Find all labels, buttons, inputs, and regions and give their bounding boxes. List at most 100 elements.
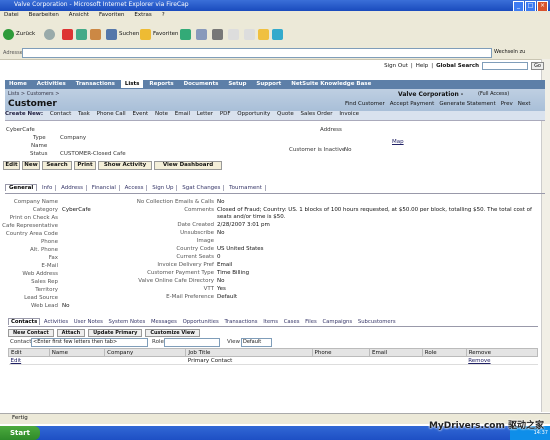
col-name[interactable]: Name	[48, 348, 106, 357]
menu-help[interactable]: ?	[158, 11, 169, 19]
role-select[interactable]	[164, 338, 220, 347]
accept-payment-link[interactable]: Accept Payment	[390, 101, 435, 107]
forward-button[interactable]	[44, 27, 55, 41]
print-record-button[interactable]: Print	[74, 161, 96, 170]
find-customer-link[interactable]: Find Customer	[345, 101, 385, 107]
global-search-go-button[interactable]: Go	[531, 62, 544, 70]
nav-home[interactable]: Home	[5, 80, 31, 88]
edit-button[interactable]	[228, 27, 239, 41]
menu-ansicht[interactable]: Ansicht	[65, 11, 93, 19]
col-email[interactable]: Email	[368, 348, 423, 357]
start-button[interactable]: Start	[0, 426, 40, 440]
contact-filter-input[interactable]: <Enter first few letters then tab>	[31, 338, 148, 347]
nav-transactions[interactable]: Transactions	[72, 80, 119, 88]
nav-lists[interactable]: Lists	[120, 80, 144, 88]
create-email[interactable]: Email	[175, 111, 190, 117]
sign-out-link[interactable]: Sign Out	[384, 63, 408, 69]
create-invoice[interactable]: Invoice	[339, 111, 359, 117]
folder-button[interactable]	[258, 27, 269, 41]
tab-items[interactable]: Items	[261, 319, 280, 325]
new-contact-button[interactable]: New Contact	[8, 329, 54, 337]
tab-cases[interactable]: Cases	[282, 319, 302, 325]
map-link[interactable]: Map	[392, 139, 404, 145]
nav-setup[interactable]: Setup	[224, 80, 250, 88]
menu-extras[interactable]: Extras	[130, 11, 155, 19]
global-search-input[interactable]	[482, 62, 529, 70]
favorites-button[interactable]: Favoriten	[140, 27, 178, 41]
help-link[interactable]: Help	[416, 63, 429, 69]
search-record-button[interactable]: Search	[42, 161, 72, 170]
stop-button[interactable]	[62, 27, 73, 41]
tab-campaigns[interactable]: Campaigns	[320, 319, 354, 325]
tab-subcustomers[interactable]: Subcustomers	[356, 319, 398, 325]
tab-sign-up[interactable]: Sign Up	[149, 185, 178, 191]
discuss-button[interactable]	[244, 27, 255, 41]
create-note[interactable]: Note	[155, 111, 168, 117]
attach-button[interactable]: Attach	[56, 329, 86, 337]
search-button[interactable]: Suchen	[106, 27, 139, 41]
nav-activities[interactable]: Activities	[33, 80, 70, 88]
show-activity-button[interactable]: Show Activity	[98, 161, 152, 170]
menu-bearbeiten[interactable]: Bearbeiten	[25, 11, 63, 19]
tab-user-notes[interactable]: User Notes	[72, 319, 105, 325]
tab-messages[interactable]: Messages	[149, 319, 179, 325]
view-dashboard-button[interactable]: View Dashboard	[154, 161, 222, 170]
create-phone-call[interactable]: Phone Call	[97, 111, 126, 117]
tab-address[interactable]: Address	[58, 185, 88, 191]
create-letter[interactable]: Letter	[197, 111, 213, 117]
col-job-title[interactable]: Job Title	[185, 348, 313, 357]
tab-access[interactable]: Access	[122, 185, 148, 191]
tab-info[interactable]: Info	[39, 185, 57, 191]
go-button[interactable]: Wechseln zu	[494, 49, 525, 55]
address-input[interactable]	[22, 48, 492, 58]
field-value: No	[217, 199, 225, 205]
tab-system-notes[interactable]: System Notes	[107, 319, 148, 325]
create-task[interactable]: Task	[78, 111, 90, 117]
header-actions: Find Customer Accept Payment Generate St…	[345, 101, 531, 107]
create-event[interactable]: Event	[132, 111, 148, 117]
company-name: Valve Corporation -	[398, 91, 464, 98]
tab-general[interactable]: General	[5, 184, 38, 191]
row-edit-link[interactable]: Edit	[8, 356, 50, 365]
update-primary-button[interactable]: Update Primary	[88, 329, 143, 337]
create-pdf[interactable]: PDF	[220, 111, 231, 117]
col-role[interactable]: Role	[421, 348, 467, 357]
tab-activities[interactable]: Activities	[42, 319, 70, 325]
print-button[interactable]	[212, 27, 223, 41]
nav-reports[interactable]: Reports	[145, 80, 177, 88]
create-quote[interactable]: Quote	[277, 111, 294, 117]
prev-link[interactable]: Prev	[501, 101, 513, 107]
create-contact[interactable]: Contact	[50, 111, 71, 117]
create-sales-order[interactable]: Sales Order	[301, 111, 333, 117]
col-phone[interactable]: Phone	[311, 348, 370, 357]
messenger-button[interactable]	[272, 27, 283, 41]
row-remove-link[interactable]: Remove	[466, 356, 538, 365]
customize-view-button[interactable]: Customize View	[145, 329, 200, 337]
field-label: Alt. Phone	[30, 247, 58, 253]
home-button[interactable]	[90, 27, 101, 41]
tab-tournament[interactable]: Tournament	[226, 185, 266, 191]
tab-financial[interactable]: Financial	[89, 185, 120, 191]
mail-button[interactable]	[196, 27, 207, 41]
create-opportunity[interactable]: Opportunity	[237, 111, 270, 117]
view-select[interactable]: Default	[241, 338, 272, 347]
menu-datei[interactable]: Datei	[0, 11, 23, 19]
tab-contacts[interactable]: Contacts	[8, 318, 41, 325]
edit-button[interactable]: Edit	[3, 161, 20, 170]
back-button[interactable]: Zurück	[3, 27, 35, 41]
tab-transactions[interactable]: Transactions	[222, 319, 259, 325]
refresh-button[interactable]	[76, 27, 87, 41]
next-link[interactable]: Next	[518, 101, 531, 107]
tab-sgat-changes[interactable]: Sgat Changes	[179, 185, 225, 191]
menu-favoriten[interactable]: Favoriten	[95, 11, 128, 19]
nav-knowledge-base[interactable]: NetSuite Knowledge Base	[287, 80, 375, 88]
generate-statement-link[interactable]: Generate Statement	[439, 101, 495, 107]
breadcrumb[interactable]: Lists > Customers >	[8, 91, 59, 97]
new-button[interactable]: New	[22, 161, 40, 170]
nav-documents[interactable]: Documents	[180, 80, 223, 88]
history-button[interactable]	[180, 27, 191, 41]
nav-support[interactable]: Support	[252, 80, 285, 88]
tab-opportunities[interactable]: Opportunities	[181, 319, 221, 325]
tab-files[interactable]: Files	[303, 319, 319, 325]
col-company[interactable]: Company	[104, 348, 187, 357]
